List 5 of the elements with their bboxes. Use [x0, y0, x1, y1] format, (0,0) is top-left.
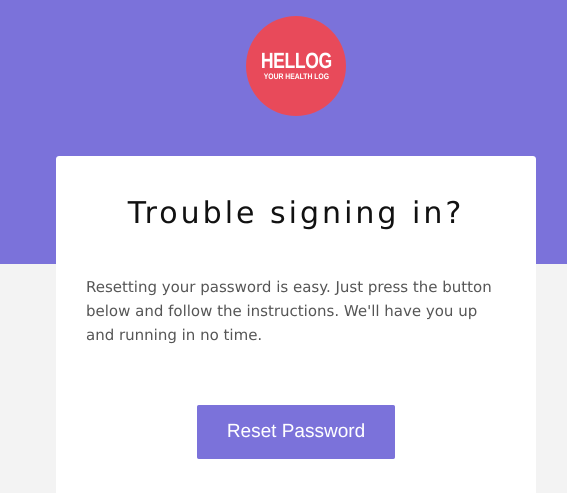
card-message: Resetting your password is easy. Just press the button below and follow the instructions. We'll have you up and running in no time. — [86, 277, 493, 346]
logo-name: HELLOG — [260, 50, 332, 72]
reset-password-button[interactable]: Reset Password — [197, 405, 395, 459]
card-title: Trouble signing in? — [128, 196, 464, 231]
logo-tagline: YOUR HEALTH LOG — [263, 72, 329, 82]
